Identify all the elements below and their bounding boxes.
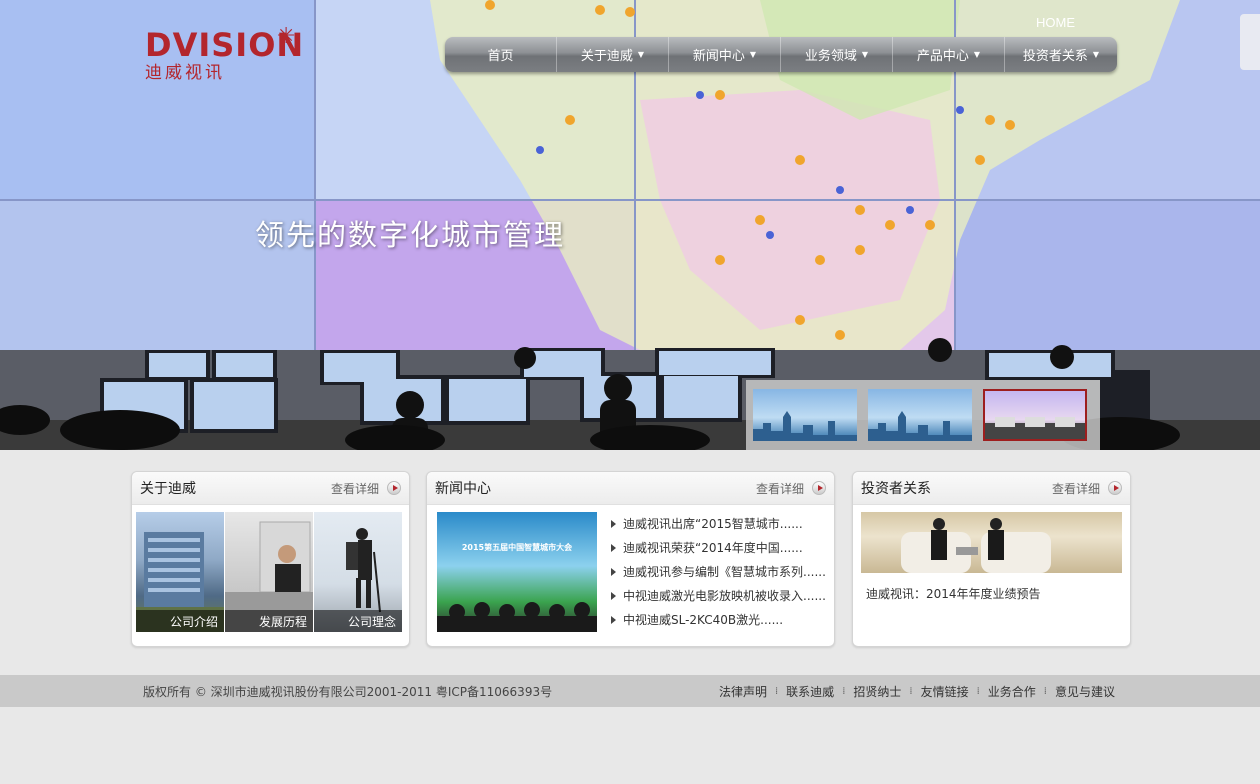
- footer-link-contact[interactable]: 联系迪威: [786, 683, 834, 700]
- arrow-right-icon: [387, 481, 401, 495]
- hero-banner: ✳ DVISION 迪威视讯 HOME 首页 关于迪威 ▼ 新闻中心 ▼ 业务领域 ▼…: [0, 0, 1260, 450]
- slide-thumb-3[interactable]: [983, 389, 1087, 441]
- nav-label: 产品中心: [916, 49, 969, 64]
- investor-image[interactable]: [861, 512, 1122, 573]
- footer-link-legal[interactable]: 法律声明: [719, 683, 767, 700]
- panel-title: 关于迪威: [140, 481, 196, 497]
- footer-link-friends[interactable]: 友情链接: [921, 683, 969, 700]
- caret-down-icon: ▼: [861, 50, 869, 59]
- caret-down-icon: ▼: [1092, 50, 1100, 59]
- logo-sub-text: 迪威视讯: [145, 63, 225, 83]
- news-featured-image[interactable]: 2015第五届中国智慧城市大会: [437, 512, 597, 632]
- caret-down-icon: ▼: [973, 50, 981, 59]
- home-link[interactable]: HOME: [1036, 15, 1075, 30]
- footer: 版权所有 © 深圳市迪威视讯股份有限公司2001-2011 粤ICP备11066…: [0, 675, 1260, 707]
- philosophy-link[interactable]: 公司理念: [314, 512, 402, 632]
- panel-title: 投资者关系: [861, 481, 931, 497]
- skyline-icon: [753, 411, 857, 441]
- footer-separator: ⁞: [909, 685, 913, 697]
- news-item[interactable]: 中视迪威激光电影放映机被收录入......: [611, 584, 826, 608]
- nav-label: 首页: [487, 49, 514, 64]
- view-details-link[interactable]: 查看详细: [756, 480, 826, 497]
- nav-label: 业务领域: [804, 49, 857, 64]
- side-float-tab[interactable]: [1240, 14, 1260, 70]
- slide-thumbnails: [746, 380, 1100, 450]
- hero-slogan: 领先的数字化城市管理: [255, 218, 566, 252]
- nav-item-about[interactable]: 关于迪威 ▼: [557, 37, 669, 72]
- conference-image: [437, 602, 597, 632]
- skyline-icon: [868, 411, 972, 441]
- news-item[interactable]: 迪威视讯参与编制《智慧城市系列......: [611, 560, 826, 584]
- view-details-link[interactable]: 查看详细: [1052, 480, 1122, 497]
- company-intro-link[interactable]: 公司介绍: [136, 512, 224, 632]
- nav-label: 投资者关系: [1022, 49, 1088, 64]
- slide-thumb-1[interactable]: [753, 389, 857, 441]
- investor-panel: 投资者关系 查看详细 迪威视讯：2014年年度业绩预告: [852, 471, 1131, 647]
- content-panels: 关于迪威 查看详细 公司介绍 发展历程 公司理念 新闻中心 查看详细 2015第…: [0, 471, 1260, 651]
- dvision-logo[interactable]: ✳ DVISION 迪威视讯: [145, 24, 305, 98]
- investor-headline[interactable]: 迪威视讯：2014年年度业绩预告: [866, 585, 1041, 602]
- news-item[interactable]: 迪威视讯荣获“2014年度中国......: [611, 536, 826, 560]
- image-caption: 公司介绍: [136, 610, 224, 632]
- nav-item-business[interactable]: 业务领域 ▼: [781, 37, 893, 72]
- view-details-link[interactable]: 查看详细: [331, 480, 401, 497]
- footer-separator: ⁞: [774, 685, 779, 697]
- footer-link-careers[interactable]: 招贤纳士: [853, 683, 901, 700]
- footer-separator: ⁞: [976, 685, 980, 697]
- footer-separator: ⁞: [1043, 685, 1047, 697]
- about-image-links: 公司介绍 发展历程 公司理念: [136, 512, 402, 632]
- control-room-icon: [985, 417, 1085, 439]
- history-link[interactable]: 发展历程: [225, 512, 313, 632]
- nav-item-home[interactable]: 首页: [445, 37, 557, 72]
- arrow-right-icon: [812, 481, 826, 495]
- news-item[interactable]: 迪威视讯出席“2015智慧城市......: [611, 512, 826, 536]
- caret-down-icon: ▼: [749, 50, 757, 59]
- copyright-text: 版权所有 © 深圳市迪威视讯股份有限公司2001-2011 粤ICP备11066…: [143, 684, 553, 699]
- panel-title: 新闻中心: [435, 481, 491, 497]
- footer-separator: ⁞: [842, 685, 846, 697]
- caret-down-icon: ▼: [637, 50, 645, 59]
- image-caption: 发展历程: [225, 610, 313, 632]
- more-label: 查看详细: [1051, 481, 1100, 496]
- panel-header: 投资者关系 查看详细: [853, 472, 1130, 505]
- nav-label: 新闻中心: [692, 49, 745, 64]
- nav-label: 关于迪威: [580, 49, 633, 64]
- news-item[interactable]: 中视迪威SL-2KC40B激光......: [611, 608, 826, 632]
- footer-link-cooperation[interactable]: 业务合作: [988, 683, 1036, 700]
- footer-link-feedback[interactable]: 意见与建议: [1055, 683, 1115, 700]
- panel-header: 关于迪威 查看详细: [132, 472, 409, 505]
- nav-item-investors[interactable]: 投资者关系 ▼: [1005, 37, 1117, 72]
- nav-item-news[interactable]: 新闻中心 ▼: [669, 37, 781, 72]
- slide-thumb-2[interactable]: [868, 389, 972, 441]
- image-caption: 公司理念: [314, 610, 402, 632]
- nav-item-products[interactable]: 产品中心 ▼: [893, 37, 1005, 72]
- logo-star-icon: ✳: [277, 24, 296, 49]
- news-panel: 新闻中心 查看详细 2015第五届中国智慧城市大会 迪威视讯出席“2015智慧城…: [426, 471, 835, 647]
- news-list: 迪威视讯出席“2015智慧城市...... 迪威视讯荣获“2014年度中国...…: [611, 512, 826, 632]
- meeting-image: [901, 518, 1051, 573]
- panel-header: 新闻中心 查看详细: [427, 472, 834, 505]
- more-label: 查看详细: [330, 481, 379, 496]
- more-label: 查看详细: [755, 481, 804, 496]
- footer-links: 法律声明 ⁞ 联系迪威 ⁞ 招贤纳士 ⁞ 友情链接 ⁞ 业务合作 ⁞ 意见与建议: [719, 683, 1115, 700]
- about-panel: 关于迪威 查看详细 公司介绍 发展历程 公司理念: [131, 471, 410, 647]
- main-nav: 首页 关于迪威 ▼ 新闻中心 ▼ 业务领域 ▼ 产品中心 ▼ 投资者关系 ▼: [445, 37, 1117, 72]
- arrow-right-icon: [1108, 481, 1122, 495]
